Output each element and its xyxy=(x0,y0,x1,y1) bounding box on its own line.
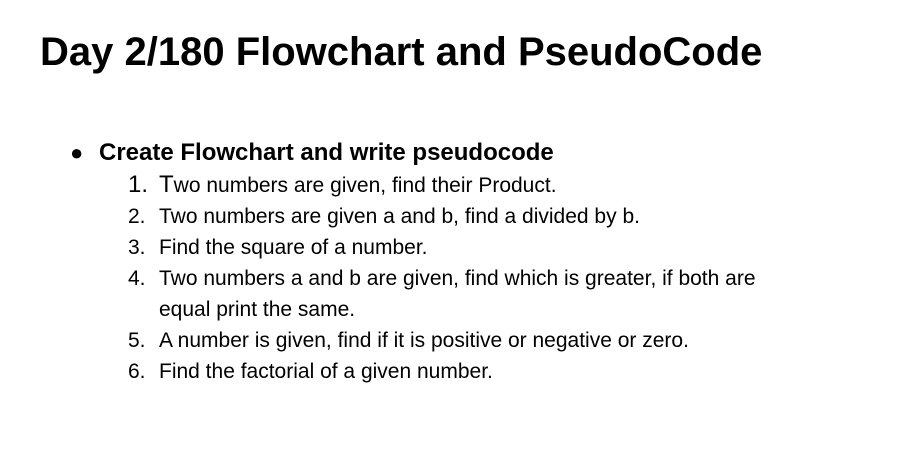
numbered-list: 1. Two numbers are given, find their Pro… xyxy=(70,169,850,387)
list-item: 5. A number is given, find if it is posi… xyxy=(70,325,850,356)
list-item-text: Two numbers are given, find their Produc… xyxy=(159,169,799,201)
document-page: Day 2/180 Flowchart and PseudoCode ● Cre… xyxy=(0,0,903,462)
list-item-text: A number is given, find if it is positiv… xyxy=(159,329,689,352)
list-item-number: 3. xyxy=(128,236,146,259)
bullet-heading: Create Flowchart and write pseudocode xyxy=(99,139,554,166)
bullet-dot-icon: ● xyxy=(70,140,84,165)
list-item-first-letter: T xyxy=(159,171,174,198)
list-item: 6. Find the factorial of a given number. xyxy=(70,356,850,387)
list-item-text-rest: wo numbers are given, find their Product… xyxy=(173,174,557,197)
list-item: 3. Find the square of a number. xyxy=(70,232,850,263)
list-item-number: 6. xyxy=(128,360,146,383)
list-item-text: Two numbers a and b are given, find whic… xyxy=(159,267,756,321)
list-item: 4. Two numbers a and b are given, find w… xyxy=(70,263,850,325)
list-item-number: 2. xyxy=(128,205,146,228)
list-item-text: Two numbers are given a and b, find a di… xyxy=(159,205,640,228)
list-item-text: Find the square of a number. xyxy=(159,236,428,259)
bullet-item: ● Create Flowchart and write pseudocode xyxy=(70,137,850,169)
list-item-number: 4. xyxy=(128,267,146,290)
list-item: 2. Two numbers are given a and b, find a… xyxy=(70,201,850,232)
page-title: Day 2/180 Flowchart and PseudoCode xyxy=(40,30,763,74)
list-item-number: 5. xyxy=(128,329,146,352)
task-list: ● Create Flowchart and write pseudocode … xyxy=(70,137,850,387)
list-item: 1. Two numbers are given, find their Pro… xyxy=(70,169,850,201)
list-item-number: 1. xyxy=(128,171,149,198)
list-item-text: Find the factorial of a given number. xyxy=(159,360,493,383)
